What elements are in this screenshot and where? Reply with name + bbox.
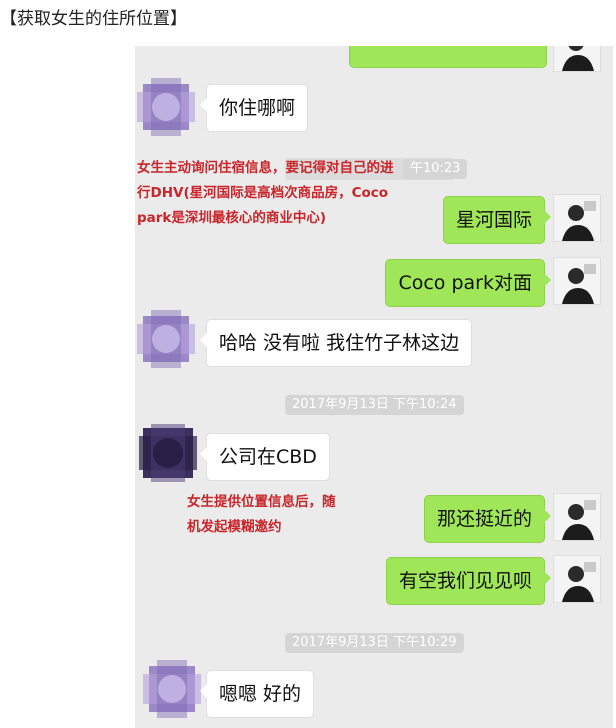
user-avatar[interactable] [553,257,601,305]
message-bubble-received[interactable]: 你住哪啊 [199,84,309,132]
page-title: 【获取女生的住所位置】 [0,9,187,29]
annotation-line: 行DHV(星河国际是高档次商品房，Coco [137,185,389,201]
annotation-note: 女生提供位置信息后，随 机发起模糊邀约 [187,490,336,540]
message-bubble-sent[interactable]: 那还挺近的 [423,495,552,543]
message-timestamp: 2017年9月13日 下午10:24 [285,395,464,415]
message-bubble-sent[interactable]: Coco park对面 [385,259,551,307]
message-bubble-received[interactable]: 哈哈 没有啦 我住竹子林这边 [199,319,473,367]
message-timestamp: 2017年9月13日 下午10:29 [285,633,464,653]
annotation-line: 女生提供位置信息后，随 [187,494,336,510]
message-bubble-received[interactable]: 公司在CBD [200,433,330,481]
contact-avatar[interactable] [143,660,201,718]
user-avatar[interactable] [553,194,601,242]
user-avatar-partial [553,46,601,72]
contact-avatar[interactable] [139,424,197,482]
annotation-note: 女生主动询问住宿信息，要记得对自己的进 行DHV(星河国际是高档次商品房，Coc… [137,156,394,231]
annotation-line: 机发起模糊邀约 [187,519,282,535]
annotation-line: 女生主动询问住宿信息，要记得对自己的进 [137,160,394,176]
annotation-line: park是深圳最核心的商业中心) [137,210,327,226]
message-timestamp: 午10:23 [403,159,468,179]
message-bubble-sent[interactable]: 星河国际 [442,196,552,244]
contact-avatar[interactable] [137,310,195,368]
chat-screenshot: 你住哪啊 午10:23 女生主动询问住宿信息，要记得对自己的进 行DHV(星河国… [135,46,613,728]
user-avatar[interactable] [553,493,601,541]
message-bubble-sent[interactable]: 有空我们见见呗 [385,557,552,605]
message-bubble-partial [349,46,547,68]
message-bubble-received[interactable]: 嗯嗯 好的 [199,670,315,718]
contact-avatar[interactable] [137,78,195,136]
user-avatar[interactable] [553,555,601,603]
